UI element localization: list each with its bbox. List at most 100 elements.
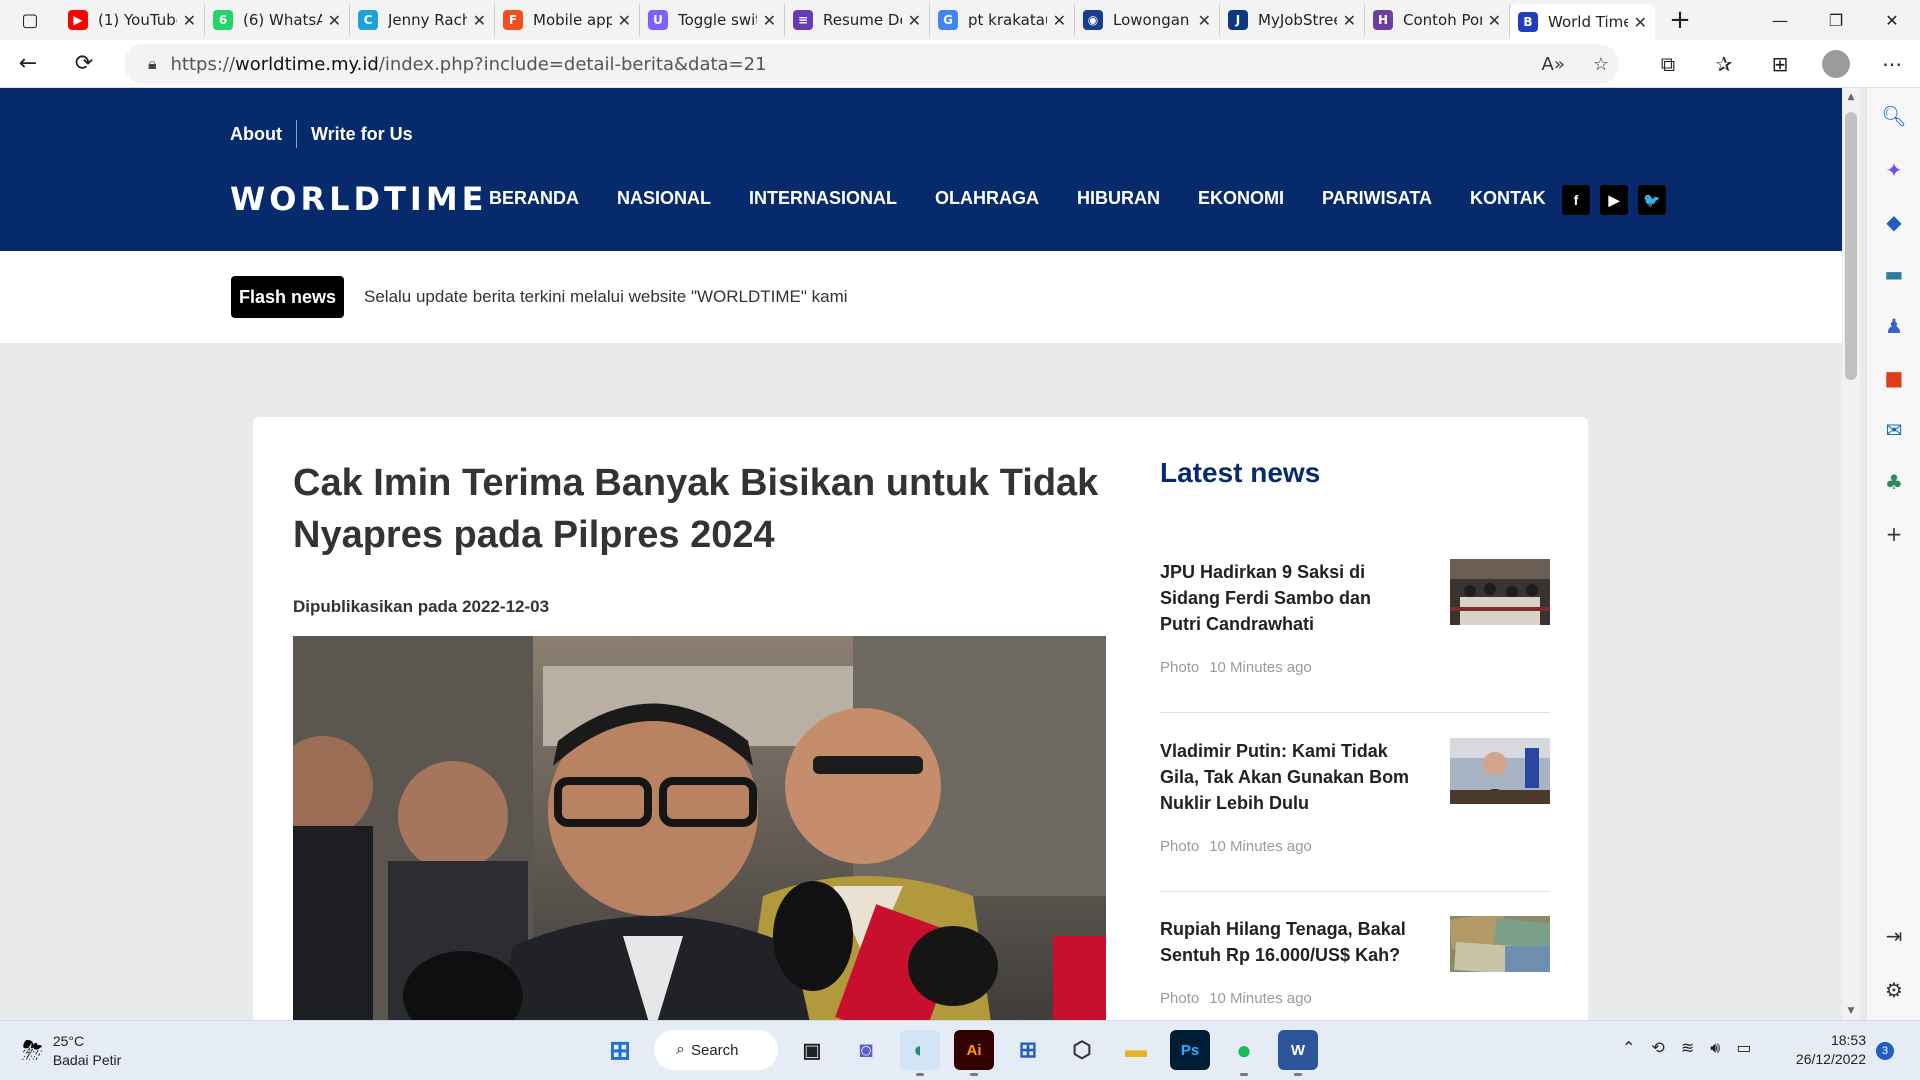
spotify-icon[interactable]: ● (1224, 1030, 1264, 1076)
shopping-tag-icon[interactable]: ◆ (1867, 210, 1920, 234)
tab-actions-icon[interactable]: ▢ (0, 0, 60, 40)
twitter-icon[interactable]: 🐦 (1638, 185, 1666, 215)
news-thumbnail[interactable] (1450, 916, 1550, 972)
sidebar-collapse-icon[interactable]: ⇥ (1867, 924, 1920, 948)
close-tab-icon[interactable]: ✕ (1634, 13, 1647, 32)
nav-item-pariwisata[interactable]: PARIWISATA (1322, 188, 1432, 209)
browser-tab[interactable]: ≡ Resume Design ✕ (785, 4, 930, 36)
sync-icon[interactable]: ⟲ (1651, 1038, 1664, 1058)
unity-icon[interactable]: ⬡ (1062, 1030, 1102, 1070)
nav-item-nasional[interactable]: NASIONAL (617, 188, 711, 209)
back-icon[interactable]: ← (0, 40, 56, 88)
nav-item-beranda[interactable]: BERANDA (489, 188, 579, 209)
notification-badge[interactable]: 3 (1876, 1042, 1894, 1060)
profile-avatar[interactable] (1808, 50, 1864, 78)
close-tab-icon[interactable]: ✕ (618, 11, 631, 30)
about-link[interactable]: About (230, 124, 282, 145)
ms-store-icon[interactable]: ⊞ (1008, 1030, 1048, 1070)
search-icon[interactable]: 🔍︎ (1867, 104, 1920, 128)
settings-gear-icon[interactable]: ⚙ (1867, 978, 1920, 1002)
close-tab-icon[interactable]: ✕ (1053, 11, 1066, 30)
file-explorer-icon[interactable]: ▬ (1116, 1030, 1156, 1070)
close-tab-icon[interactable]: ✕ (473, 11, 486, 30)
nav-item-olahraga[interactable]: OLAHRAGA (935, 188, 1039, 209)
start-windows-icon[interactable]: ⊞ (600, 1030, 640, 1070)
illustrator-icon[interactable]: Ai (954, 1030, 994, 1076)
news-item[interactable]: Rupiah Hilang Tenaga, Bakal Sentuh Rp 16… (1160, 916, 1550, 1007)
browser-tab[interactable]: B World Time ✕ (1510, 4, 1655, 40)
teams-chat-icon[interactable]: ◙ (846, 1030, 886, 1070)
browser-tab[interactable]: H Contoh Portfolio ✕ (1365, 4, 1510, 36)
weather-widget[interactable]: ⛈ 25°C Badai Petir (22, 1032, 121, 1070)
scroll-down-icon[interactable]: ▼ (1842, 1006, 1860, 1016)
extensions-icon[interactable]: ⧉ (1640, 52, 1696, 76)
read-aloud-icon[interactable]: A» (1542, 54, 1565, 75)
minimize-icon[interactable]: — (1752, 0, 1808, 40)
close-tab-icon[interactable]: ✕ (763, 11, 776, 30)
task-view-icon[interactable]: ▣ (792, 1030, 832, 1070)
address-bar[interactable]: 🔒︎ https://worldtime.my.id/index.php?inc… (124, 44, 1619, 84)
write-for-us-link[interactable]: Write for Us (311, 124, 413, 145)
close-tab-icon[interactable]: ✕ (183, 11, 196, 30)
close-tab-icon[interactable]: ✕ (908, 11, 921, 30)
news-item[interactable]: JPU Hadirkan 9 Saksi di Sidang Ferdi Sam… (1160, 559, 1550, 713)
facebook-icon[interactable]: f (1562, 185, 1590, 215)
browser-tab[interactable]: Gpt krakatau ✕ (930, 4, 1075, 36)
favorites-icon[interactable]: ✰ (1696, 52, 1752, 76)
new-tab-button[interactable]: + (1655, 5, 1705, 35)
collections-icon[interactable]: ⊞ (1752, 52, 1808, 76)
edge-browser-icon[interactable]: ◐ (900, 1030, 940, 1076)
page-scrollbar[interactable]: ▲ ▼ (1842, 88, 1860, 1020)
news-headline[interactable]: JPU Hadirkan 9 Saksi di Sidang Ferdi Sam… (1160, 559, 1410, 637)
copilot-sparkle-icon[interactable]: ✦ (1867, 158, 1920, 182)
battery-icon[interactable]: ▭ (1736, 1038, 1751, 1058)
nav-item-internasional[interactable]: INTERNASIONAL (749, 188, 897, 209)
games-icon[interactable]: ♟ (1867, 314, 1920, 338)
tree-icon[interactable]: ♣ (1867, 470, 1920, 494)
word-icon[interactable]: W (1278, 1030, 1318, 1076)
close-tab-icon[interactable]: ✕ (1198, 11, 1211, 30)
close-tab-icon[interactable]: ✕ (1488, 11, 1501, 30)
taskbar-clock[interactable]: 18:53 26/12/2022 (1790, 1031, 1866, 1069)
lock-icon[interactable]: 🔒︎ (148, 54, 157, 74)
browser-tab[interactable]: 6 (6) WhatsApp ✕ (205, 4, 350, 36)
news-headline[interactable]: Vladimir Putin: Kami Tidak Gila, Tak Aka… (1160, 738, 1410, 816)
tray-chevron-icon[interactable]: ⌃ (1622, 1038, 1635, 1058)
youtube-icon[interactable]: ▶ (1600, 185, 1628, 215)
close-tab-icon[interactable]: ✕ (1343, 11, 1356, 30)
taskbar-search[interactable]: ⌕ Search (654, 1030, 778, 1070)
browser-tab[interactable]: C Jenny Rach ✕ (350, 4, 495, 36)
browser-tab[interactable]: U Toggle switch ✕ (640, 4, 785, 36)
more-menu-icon[interactable]: ⋯ (1864, 52, 1920, 76)
globe-icon: ◉ (1083, 10, 1103, 30)
nav-item-kontak[interactable]: KONTAK (1470, 188, 1546, 209)
browser-tab[interactable]: F Mobile app ✕ (495, 4, 640, 36)
browser-tab[interactable]: ◉ Lowongan ✕ (1075, 4, 1220, 36)
nav-item-ekonomi[interactable]: EKONOMI (1198, 188, 1284, 209)
photoshop-icon[interactable]: Ps (1170, 1030, 1210, 1070)
wifi-icon[interactable]: ≋ (1681, 1038, 1694, 1058)
forms-icon: ≡ (793, 10, 813, 30)
add-favorite-icon[interactable]: ☆ (1593, 54, 1609, 75)
office-icon[interactable]: ■ (1867, 366, 1920, 390)
add-sidebar-icon[interactable]: + (1867, 522, 1920, 546)
browser-tab[interactable]: J MyJobStreet ✕ (1220, 4, 1365, 36)
volume-icon[interactable]: 🔊︎ (1710, 1038, 1720, 1058)
browser-tab[interactable]: ▶ (1) YouTube ✕ (60, 4, 205, 36)
news-thumbnail[interactable] (1450, 559, 1550, 625)
scrollbar-thumb[interactable] (1845, 112, 1857, 380)
close-tab-icon[interactable]: ✕ (328, 11, 341, 30)
site-logo[interactable]: WORLDTIME (230, 180, 488, 218)
news-thumbnail[interactable] (1450, 738, 1550, 804)
refresh-icon[interactable]: ⟳ (56, 40, 112, 88)
news-headline[interactable]: Rupiah Hilang Tenaga, Bakal Sentuh Rp 16… (1160, 916, 1410, 968)
nav-item-hiburan[interactable]: HIBURAN (1077, 188, 1160, 209)
outlook-icon[interactable]: ✉ (1867, 418, 1920, 442)
article-date: Dipublikasikan pada 2022-12-03 (293, 597, 550, 616)
news-divider (1160, 712, 1550, 713)
scroll-up-icon[interactable]: ▲ (1842, 92, 1860, 102)
close-window-icon[interactable]: ✕ (1864, 0, 1920, 40)
tools-icon[interactable]: ▬ (1867, 262, 1920, 286)
news-item[interactable]: Vladimir Putin: Kami Tidak Gila, Tak Aka… (1160, 738, 1550, 892)
restore-icon[interactable]: ❐ (1808, 0, 1864, 40)
